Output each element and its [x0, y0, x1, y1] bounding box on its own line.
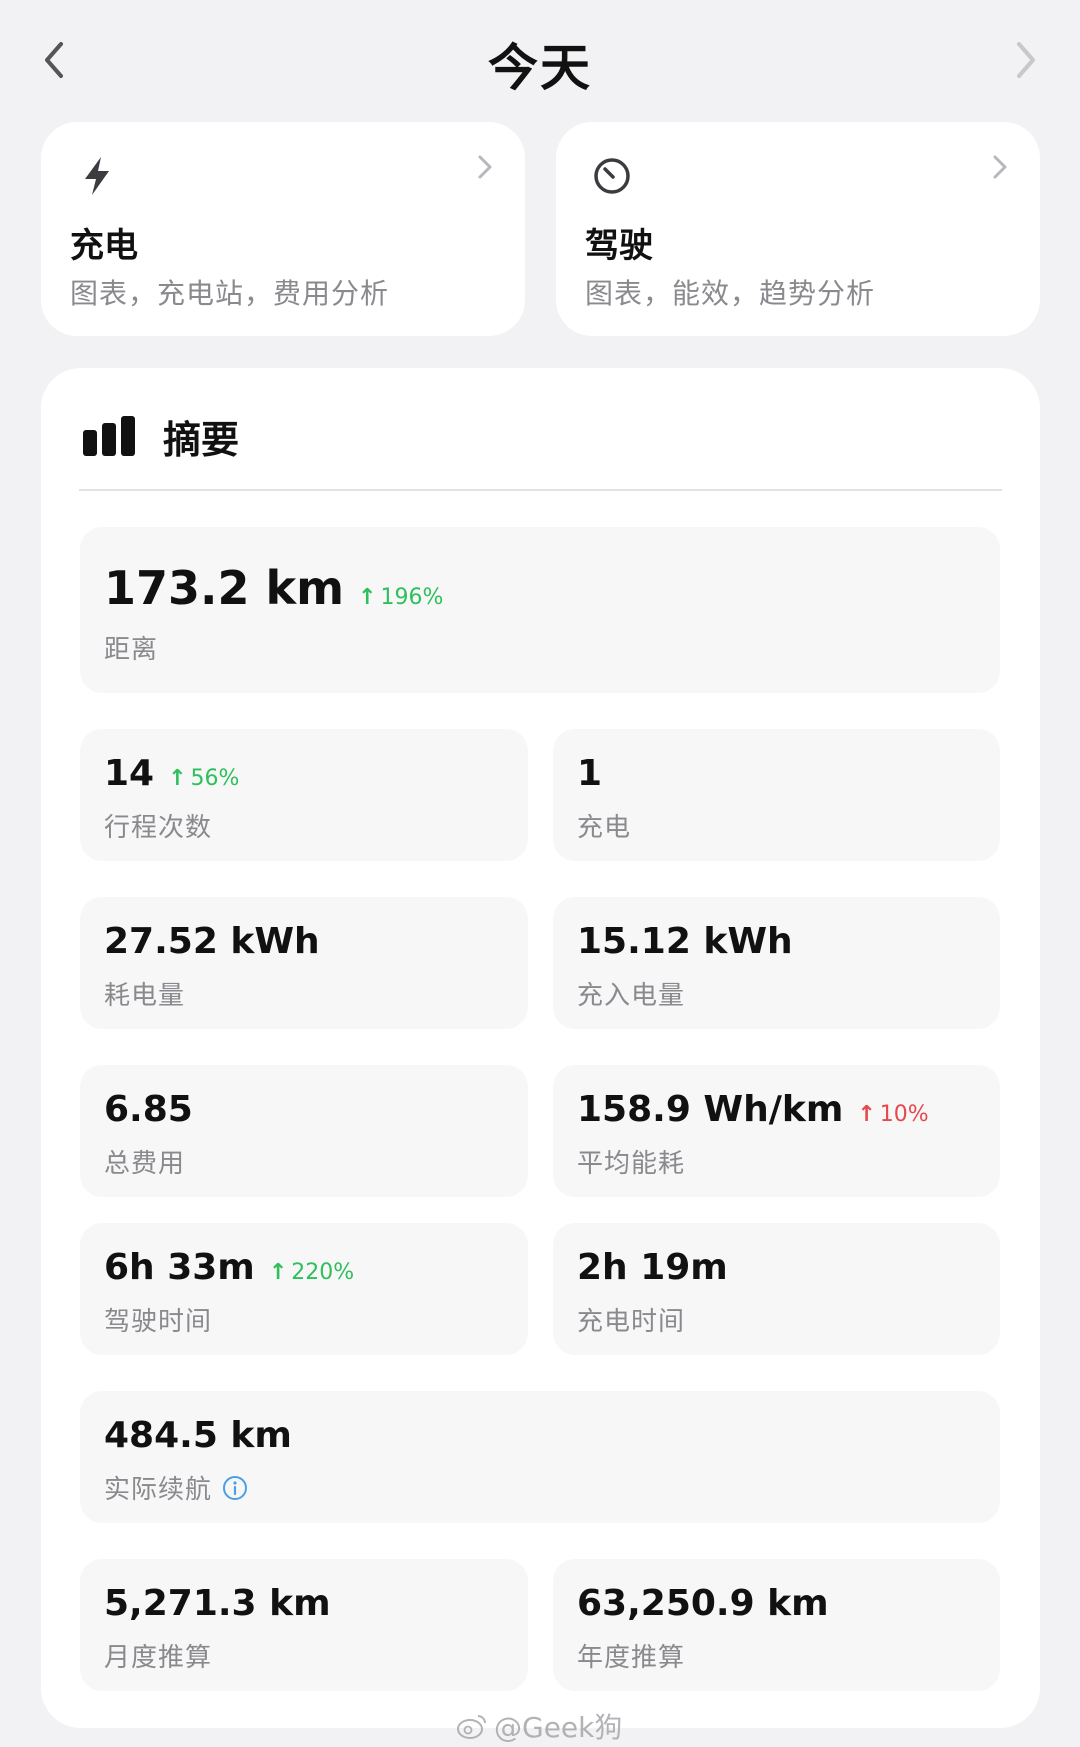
stat-label: 总费用 [104, 1149, 186, 1179]
stat-avg-consumption: 158.9 Wh/km ↑ 10% 平均能耗 [553, 1065, 1000, 1197]
stat-total-cost: 6.85 总费用 [80, 1065, 528, 1197]
stat-label: 年度推算 [577, 1643, 686, 1673]
stat-value: 6.85 [104, 1089, 193, 1130]
stat-energy-used: 27.52 kWh 耗电量 [80, 897, 528, 1029]
stat-charges: 1 充电 [553, 729, 1000, 861]
speedometer-icon [594, 158, 630, 194]
driving-card-subtitle: 图表，能效，趋势分析 [585, 277, 876, 310]
stat-charge-time: 2h 19m 充电时间 [553, 1223, 1000, 1355]
stat-monthly-estimate: 5,271.3 km 月度推算 [80, 1559, 528, 1691]
charging-card[interactable]: 充电 图表，充电站，费用分析 [41, 122, 525, 336]
stat-label: 平均能耗 [577, 1149, 686, 1179]
divider [79, 489, 1002, 491]
summary-header: 摘要 [83, 408, 239, 464]
delta-value: 56% [190, 766, 240, 791]
charging-card-title: 充电 [70, 226, 138, 266]
stat-label: 行程次数 [104, 813, 213, 843]
delta-value: 220% [291, 1260, 355, 1285]
stat-label: 距离 [104, 635, 159, 665]
summary-panel: 摘要 173.2 km ↑ 196% 距离 14 ↑ 56% 行程次数 1 充电… [41, 368, 1040, 1728]
stat-value: 484.5 km [104, 1415, 292, 1456]
arrow-up-icon: ↑ [358, 585, 377, 610]
watermark-text: @Geek狗 [494, 1711, 623, 1744]
driving-card[interactable]: 驾驶 图表，能效，趋势分析 [556, 122, 1040, 336]
watermark: @Geek狗 [456, 1706, 622, 1746]
arrow-up-icon: ↑ [857, 1102, 876, 1127]
delta-value: 196% [380, 585, 444, 610]
stat-label: 实际续航 [104, 1475, 213, 1505]
stat-trips: 14 ↑ 56% 行程次数 [80, 729, 528, 861]
stat-label: 充电 [577, 813, 632, 843]
stat-value: 5,271.3 km [104, 1583, 331, 1624]
stat-energy-charged: 15.12 kWh 充入电量 [553, 897, 1000, 1029]
stat-label: 充电时间 [577, 1307, 686, 1337]
delta-badge: ↑ 10% [857, 1102, 928, 1127]
chevron-right-icon [1017, 42, 1035, 78]
delta-badge: ↑ 196% [358, 585, 443, 610]
stat-label-row: 实际续航 [104, 1469, 248, 1506]
bar-chart-icon [83, 416, 135, 456]
stat-value: 14 [104, 753, 155, 794]
stat-value: 158.9 Wh/km [577, 1089, 844, 1130]
stat-distance: 173.2 km ↑ 196% 距离 [80, 527, 1000, 693]
stat-value: 6h 33m [104, 1247, 255, 1288]
info-icon[interactable] [222, 1475, 248, 1501]
delta-badge: ↑ 220% [269, 1260, 354, 1285]
delta-badge: ↑ 56% [168, 766, 239, 791]
trip-summary-page: 今天 充电 图表，充电站，费用分析 驾驶 图表，能效，趋势分析 摘要 173.2… [0, 0, 1080, 1747]
stat-yearly-estimate: 63,250.9 km 年度推算 [553, 1559, 1000, 1691]
driving-card-title: 驾驶 [585, 226, 653, 266]
stat-value: 2h 19m [577, 1247, 728, 1288]
lightning-icon [85, 157, 109, 195]
arrow-up-icon: ↑ [168, 766, 187, 791]
stat-value: 63,250.9 km [577, 1583, 829, 1624]
stat-value: 15.12 kWh [577, 921, 793, 962]
stat-value: 27.52 kWh [104, 921, 320, 962]
charging-card-subtitle: 图表，充电站，费用分析 [70, 277, 390, 310]
stat-label: 充入电量 [577, 981, 686, 1011]
stat-label: 月度推算 [104, 1643, 213, 1673]
weibo-icon [457, 1715, 486, 1739]
stat-drive-time: 6h 33m ↑ 220% 驾驶时间 [80, 1223, 528, 1355]
stat-real-range: 484.5 km 实际续航 [80, 1391, 1000, 1523]
stat-value: 1 [577, 753, 603, 794]
page-title: 今天 [488, 39, 592, 97]
stat-label: 驾驶时间 [104, 1307, 213, 1337]
chevron-right-icon [993, 155, 1007, 179]
delta-value: 10% [879, 1102, 929, 1127]
header: 今天 [0, 0, 1080, 120]
stat-label: 耗电量 [104, 981, 186, 1011]
arrow-up-icon: ↑ [268, 1260, 288, 1285]
chevron-right-icon [478, 155, 492, 179]
summary-title: 摘要 [163, 417, 240, 462]
stat-value: 173.2 km [104, 561, 345, 615]
next-button[interactable] [1006, 38, 1046, 82]
